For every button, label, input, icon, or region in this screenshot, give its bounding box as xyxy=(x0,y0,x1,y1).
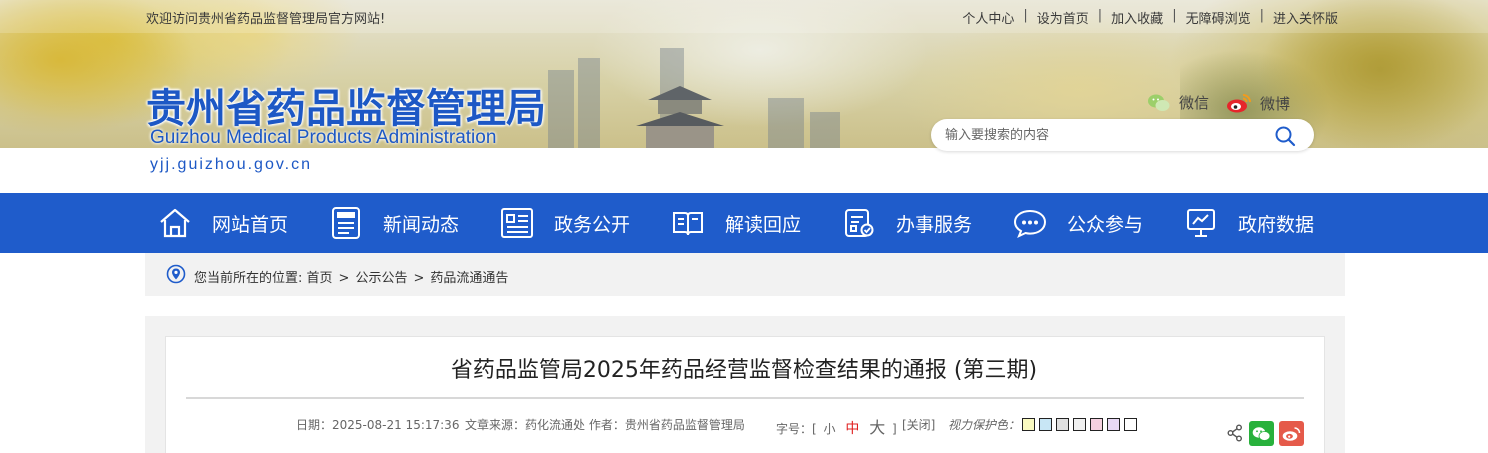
open-book-icon xyxy=(673,212,703,236)
eye-care-swatch[interactable] xyxy=(1124,418,1137,431)
nav-item-gov-data[interactable]: 政府数据 xyxy=(1184,193,1314,253)
set-homepage-link[interactable]: 设为首页 xyxy=(1037,8,1089,27)
search-icon[interactable] xyxy=(1274,125,1296,147)
weibo-label: 微博 xyxy=(1260,94,1291,113)
font-size-medium[interactable]: 中 xyxy=(845,421,859,437)
eye-care-swatch[interactable] xyxy=(1107,418,1120,431)
top-links: 个人中心 | 设为首页 | 加入收藏 | 无障碍浏览 | 进入关怀版 xyxy=(962,8,1338,27)
search-input[interactable] xyxy=(945,125,1255,145)
accessibility-link[interactable]: 无障碍浏览 xyxy=(1186,8,1251,27)
chat-bubble-icon xyxy=(1013,209,1047,238)
breadcrumb-announcements[interactable]: 公示公告 xyxy=(355,271,407,286)
banner-building xyxy=(810,112,840,148)
breadcrumb-separator: > xyxy=(338,271,350,286)
eye-care-label: 视力保护色： xyxy=(948,418,1021,432)
nav-item-participation[interactable]: 公众参与 xyxy=(1013,193,1143,253)
eye-care-swatch[interactable] xyxy=(1056,418,1069,431)
banner-building xyxy=(548,70,574,148)
eye-care-swatch[interactable] xyxy=(1073,418,1086,431)
article-source: 文章来源：药化流通处 作者：贵州省药品监督管理局 xyxy=(465,418,745,432)
article-title: 省药品监管局2025年药品经营监督检查结果的通报 (第三期) xyxy=(450,358,1038,383)
nav-item-services[interactable]: 办事服务 xyxy=(842,193,972,253)
personal-center-link[interactable]: 个人中心 xyxy=(962,8,1014,27)
weibo-link[interactable]: 微博 xyxy=(1226,92,1290,114)
font-size-controls: 字号：[ 小 中 大 ] xyxy=(776,414,897,438)
home-icon xyxy=(160,208,190,238)
document-list-icon xyxy=(501,208,533,238)
nav-label: 公众参与 xyxy=(1067,213,1144,236)
data-screen-icon xyxy=(1187,209,1215,237)
nav-label: 网站首页 xyxy=(212,213,289,236)
divider: | xyxy=(1097,8,1103,23)
breadcrumb-separator: > xyxy=(413,271,425,286)
title-divider xyxy=(186,397,1304,399)
nav-item-gov-affairs[interactable]: 政务公开 xyxy=(500,193,630,253)
nav-item-interpretation[interactable]: 解读回应 xyxy=(671,193,801,253)
nav-item-news[interactable]: 新闻动态 xyxy=(329,193,459,253)
eye-care-swatch[interactable] xyxy=(1039,418,1052,431)
close-link[interactable]: [关闭] xyxy=(902,416,935,433)
breadcrumb: 您当前所在的位置: 首页 > 公示公告 > 药品流通通告 xyxy=(145,253,1345,296)
wechat-label: 微信 xyxy=(1179,94,1210,112)
weibo-icon xyxy=(1282,426,1301,441)
nav-item-home[interactable]: 网站首页 xyxy=(158,193,288,253)
eye-care-swatch[interactable] xyxy=(1022,418,1035,431)
share-weibo-button[interactable] xyxy=(1279,421,1304,446)
site-logo-en: Guizhou Medical Products Administration xyxy=(150,127,497,148)
nav-label: 政务公开 xyxy=(554,213,631,236)
font-size-label: 字号：[ xyxy=(776,422,817,436)
eye-care-swatch[interactable] xyxy=(1090,418,1103,431)
article-date: 日期：2025-08-21 15:17:36 xyxy=(296,418,460,432)
wechat-icon xyxy=(1148,94,1170,111)
location-pin-icon xyxy=(166,264,186,284)
nav-label: 办事服务 xyxy=(896,213,973,236)
wechat-link[interactable]: 微信 xyxy=(1147,92,1209,113)
site-logo-cn[interactable]: 贵州省药品监督管理局 xyxy=(146,76,546,134)
share-icon[interactable] xyxy=(1227,424,1243,442)
banner-building xyxy=(768,98,804,148)
banner-pavilion xyxy=(632,86,728,148)
share-wechat-button[interactable] xyxy=(1249,421,1274,446)
nav-label: 新闻动态 xyxy=(383,213,460,236)
breadcrumb-prefix: 您当前所在的位置: xyxy=(194,271,303,286)
breadcrumb-home[interactable]: 首页 xyxy=(307,271,333,286)
nav-label: 解读回应 xyxy=(725,213,802,236)
breadcrumb-drug-circulation[interactable]: 药品流通通告 xyxy=(430,271,508,286)
eye-care-swatches xyxy=(1022,418,1141,431)
divider: | xyxy=(1172,8,1177,23)
site-url: yjj.guizhou.gov.cn xyxy=(150,156,312,173)
news-icon xyxy=(332,207,360,239)
divider: | xyxy=(1259,8,1264,23)
care-version-link[interactable]: 进入关怀版 xyxy=(1273,8,1338,27)
wechat-icon xyxy=(1252,426,1271,441)
weibo-icon xyxy=(1227,94,1251,113)
font-size-bracket: ] xyxy=(892,422,897,436)
font-size-small[interactable]: 小 xyxy=(824,422,836,436)
service-form-icon xyxy=(845,209,874,237)
nav-label: 政府数据 xyxy=(1238,213,1315,236)
font-size-large[interactable]: 大 xyxy=(869,418,885,437)
welcome-text: 欢迎访问贵州省药品监督管理局官方网站! xyxy=(146,12,386,27)
search-box xyxy=(931,119,1314,151)
banner-building xyxy=(578,58,600,148)
divider: | xyxy=(1023,8,1028,23)
main-nav: 网站首页 新闻动态 政务公开 解读回应 办事服务 公众参与 政府数据 xyxy=(0,193,1488,253)
add-favorite-link[interactable]: 加入收藏 xyxy=(1111,8,1163,27)
